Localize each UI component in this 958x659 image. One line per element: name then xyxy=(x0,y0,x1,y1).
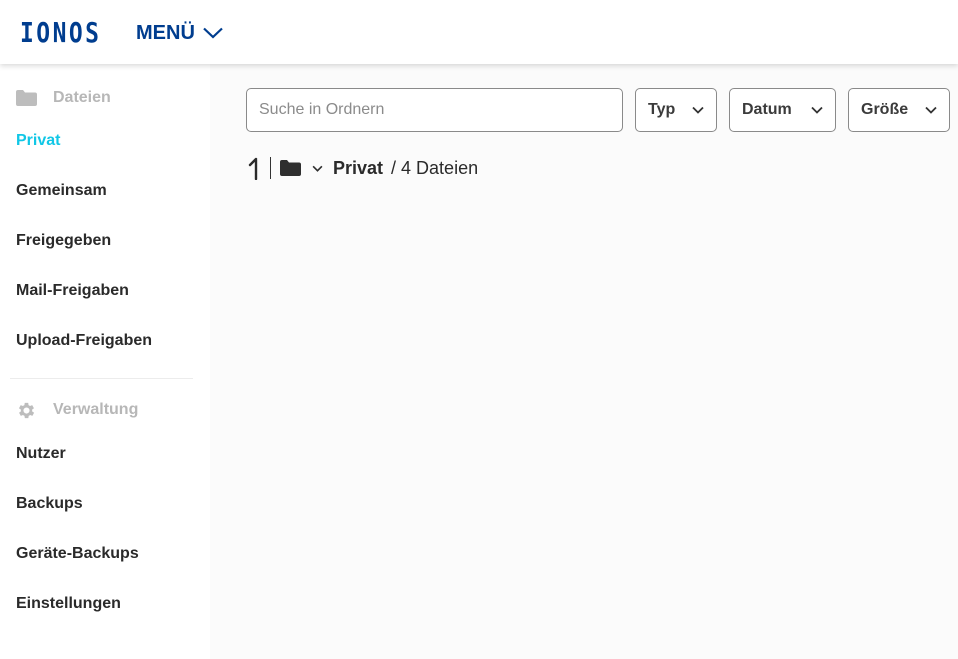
sidebar: Dateien Privat Gemeinsam Freigegeben Mai… xyxy=(0,64,210,659)
filter-type-label: Typ xyxy=(648,101,676,118)
breadcrumb-current: Privat xyxy=(333,157,384,178)
sidebar-item-geraete-backups[interactable]: Geräte-Backups xyxy=(16,544,139,564)
section-admin-label: Verwaltung xyxy=(53,401,139,418)
sidebar-item-einstellungen[interactable]: Einstellungen xyxy=(16,594,121,614)
sidebar-item-nutzer[interactable]: Nutzer xyxy=(16,444,66,464)
section-files: Dateien xyxy=(16,86,111,110)
search-input[interactable] xyxy=(246,88,623,132)
section-admin: Verwaltung xyxy=(16,398,138,422)
chevron-down-icon[interactable] xyxy=(312,165,323,172)
menu-button[interactable]: MENÜ xyxy=(136,20,223,46)
filter-size-dropdown[interactable]: Größe xyxy=(848,88,950,132)
filter-size-label: Größe xyxy=(861,101,909,118)
sidebar-item-privat[interactable]: Privat xyxy=(16,131,60,151)
chevron-down-icon xyxy=(692,106,704,114)
section-files-label: Dateien xyxy=(53,89,111,106)
folder-icon[interactable] xyxy=(280,160,301,176)
chevron-down-icon xyxy=(925,106,937,114)
arrow-up-icon[interactable] xyxy=(246,156,262,180)
filter-date-label: Datum xyxy=(742,101,792,118)
sidebar-item-upload-freigaben[interactable]: Upload-Freigaben xyxy=(16,331,152,351)
filter-date-dropdown[interactable]: Datum xyxy=(729,88,836,132)
folder-icon xyxy=(16,90,37,106)
sidebar-item-mail-freigaben[interactable]: Mail-Freigaben xyxy=(16,281,129,301)
file-count: / 4 Dateien xyxy=(391,157,479,178)
ionos-logo[interactable]: IONOS xyxy=(20,17,101,49)
top-bar: IONOS MENÜ xyxy=(0,0,958,64)
menu-label: MENÜ xyxy=(136,21,195,44)
breadcrumb: Privat / 4 Dateien xyxy=(246,155,478,181)
sidebar-item-backups[interactable]: Backups xyxy=(16,494,83,514)
chevron-down-icon xyxy=(811,106,823,114)
sidebar-item-gemeinsam[interactable]: Gemeinsam xyxy=(16,181,107,201)
sidebar-divider xyxy=(10,378,193,379)
chevron-down-icon xyxy=(203,27,223,39)
gear-icon xyxy=(18,402,35,418)
sidebar-item-freigegeben[interactable]: Freigegeben xyxy=(16,231,111,251)
breadcrumb-separator xyxy=(270,157,271,179)
filter-type-dropdown[interactable]: Typ xyxy=(635,88,717,132)
